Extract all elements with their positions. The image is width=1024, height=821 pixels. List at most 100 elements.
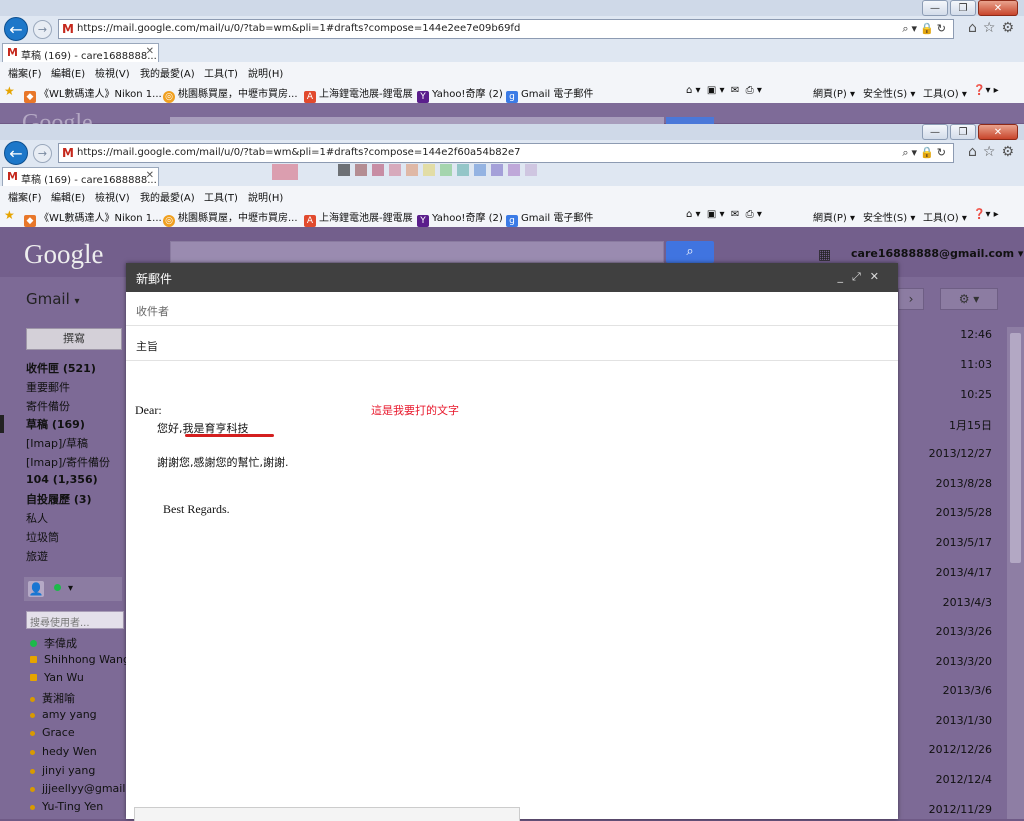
command-icons[interactable]: ⌂ ▾ ▣ ▾ ✉ ⎙ ▾ [686,209,762,220]
close-window-button[interactable]: ✕ [978,0,1018,16]
cmd-page[interactable]: 網頁(P) ▾ [813,209,855,224]
subject-field[interactable]: 主旨 [126,327,898,361]
minimize-button[interactable]: — [922,0,948,16]
account-menu[interactable]: care16888888@gmail.com ▾ [851,247,1023,260]
back-address-bar[interactable]: M https://mail.google.com/mail/u/0/?tab=… [58,19,954,39]
nav-travel[interactable]: 旅遊 [26,548,48,564]
fav-link-yahoo[interactable]: Y Yahoo!奇摩 (2) [417,85,503,103]
forward-arrow-icon[interactable]: → [33,20,52,39]
fav-link-battery[interactable]: A 上海鋰電池展-鋰電展 [304,85,413,103]
nav-important[interactable]: 重要郵件 [26,379,70,395]
message-list-scrollbar[interactable] [1007,327,1024,819]
fav-link-house[interactable]: ◎ 桃園縣買屋，中壢市買房... [163,85,298,103]
menu-tools[interactable]: 工具(T) [204,189,238,204]
favorites-star-icon[interactable]: ★ [4,208,15,222]
menu-edit[interactable]: 編輯(E) [51,189,85,204]
menu-help[interactable]: 說明(H) [248,189,283,204]
nav-resume[interactable]: 自投履歷 (3) [26,491,92,507]
favorites-star-icon[interactable]: ★ [4,84,15,98]
contact-item[interactable]: jinyi yang [30,764,95,777]
gmail-search-input[interactable] [170,241,664,263]
menu-file[interactable]: 檔案(F) [8,189,42,204]
front-browser-tab[interactable]: M 草稿 (169) - care1688888... ✕ [2,167,159,186]
home-star-gear-icons[interactable]: ⌂☆⚙ [968,144,1020,160]
message-date: 2013/12/27 [928,447,992,460]
contact-item[interactable]: jjjeellyy@gmail. [30,782,129,795]
menu-file[interactable]: 檔案(F) [8,65,42,80]
back-arrow-icon[interactable]: ← [4,17,28,41]
forward-arrow-icon[interactable]: → [33,144,52,163]
contact-item[interactable]: hedy Wen [30,745,97,758]
help-icon[interactable]: ❓▾ ▸ [973,85,999,96]
cmd-safety[interactable]: 安全性(S) ▾ [863,209,915,224]
status-dot-icon[interactable]: ▾ [54,583,73,594]
nav-sent[interactable]: 寄件備份 [26,398,70,414]
cmd-safety[interactable]: 安全性(S) ▾ [863,85,915,100]
menu-edit[interactable]: 編輯(E) [51,65,85,80]
back-browser-chrome: — ❐ ✕ ← → M https://mail.google.com/mail… [0,0,1024,104]
fav-link-battery[interactable]: A 上海鋰電池展-鋰電展 [304,209,413,227]
home-star-gear-icons[interactable]: ⌂☆⚙ [968,20,1020,36]
nav-imap-drafts[interactable]: [Imap]/草稿 [26,435,88,451]
video-icon [30,656,37,663]
contact-item[interactable]: Yan Wu [30,671,84,684]
menu-favorites[interactable]: 我的最愛(A) [140,65,195,80]
address-actions-icon[interactable]: ⌕▾🔒↻ [902,22,949,36]
to-field[interactable]: 收件者 [126,292,898,326]
restore-button[interactable]: ❐ [950,124,976,140]
menu-view[interactable]: 檢視(V) [95,189,130,204]
tab-close-icon[interactable]: ✕ [146,46,154,57]
tab-close-icon[interactable]: ✕ [146,170,154,181]
help-icon[interactable]: ❓▾ ▸ [973,209,999,220]
back-arrow-icon[interactable]: ← [4,141,28,165]
color-swatch [272,164,298,180]
search-button[interactable]: ⌕ [666,241,714,263]
compose-button[interactable]: 撰寫 [26,328,122,350]
close-window-button[interactable]: ✕ [978,124,1018,140]
fav-link-gmail[interactable]: g Gmail 電子郵件 [506,209,593,227]
fav-link-nikon[interactable]: ◆ 《WL數碼達人》Nikon 1... [24,209,162,227]
nav-imap-sent[interactable]: [Imap]/寄件備份 [26,454,110,470]
nav-inbox[interactable]: 收件匣 (521) [26,360,96,376]
contact-item[interactable]: 黃湘喻 [30,690,75,706]
cmd-page[interactable]: 網頁(P) ▾ [813,85,855,100]
fav-link-house[interactable]: ◎ 桃園縣買屋，中壢市買房... [163,209,298,227]
contact-item[interactable]: amy yang [30,708,97,721]
next-page-button[interactable]: › [898,288,924,310]
cmd-tools[interactable]: 工具(O) ▾ [923,85,967,100]
gmail-label[interactable]: Gmail ▾ [26,290,80,308]
settings-button[interactable]: ⚙ ▾ [940,288,998,310]
contact-item[interactable]: Grace [30,726,75,739]
annotation-text: 這是我要打的文字 [371,404,459,417]
cmd-tools[interactable]: 工具(O) ▾ [923,209,967,224]
nav-spam[interactable]: 垃圾筒 [26,529,59,545]
menu-tools[interactable]: 工具(T) [204,65,238,80]
compose-header[interactable]: 新郵件 _⤢✕ [126,263,898,292]
chat-search-input[interactable]: 搜尋使用者... [26,611,124,629]
back-browser-tab[interactable]: M 草稿 (169) - care1688888... ✕ [2,43,159,62]
nav-private[interactable]: 私人 [26,510,48,526]
contact-item[interactable]: Shihhong Wang [30,653,130,666]
nav-drafts[interactable]: 草稿 (169) [26,416,85,432]
message-date: 2013/5/17 [935,536,992,549]
fav-link-nikon[interactable]: ◆ 《WL數碼達人》Nikon 1... [24,85,162,103]
address-actions-icon[interactable]: ⌕▾🔒↻ [902,146,949,160]
contact-item[interactable]: 李偉成 [30,635,77,651]
chat-status-bar[interactable]: 👤 ▾ [24,577,122,601]
compose-window-controls[interactable]: _⤢✕ [837,270,888,284]
nav-104[interactable]: 104 (1,356) [26,473,98,486]
scrollbar-thumb[interactable] [1010,333,1021,563]
message-date: 2013/3/20 [935,655,992,668]
minimize-button[interactable]: — [922,124,948,140]
menu-view[interactable]: 檢視(V) [95,65,130,80]
menu-help[interactable]: 說明(H) [248,65,283,80]
fav-link-yahoo[interactable]: Y Yahoo!奇摩 (2) [417,209,503,227]
contact-item[interactable]: Yu-Ting Yen [30,800,103,813]
google-logo[interactable]: Google [24,239,103,270]
command-icons[interactable]: ⌂ ▾ ▣ ▾ ✉ ⎙ ▾ [686,85,762,96]
front-address-bar[interactable]: M https://mail.google.com/mail/u/0/?tab=… [58,143,954,163]
menu-favorites[interactable]: 我的最愛(A) [140,189,195,204]
apps-grid-icon[interactable]: ▦ [818,247,831,263]
fav-link-gmail[interactable]: g Gmail 電子郵件 [506,85,593,103]
restore-button[interactable]: ❐ [950,0,976,16]
